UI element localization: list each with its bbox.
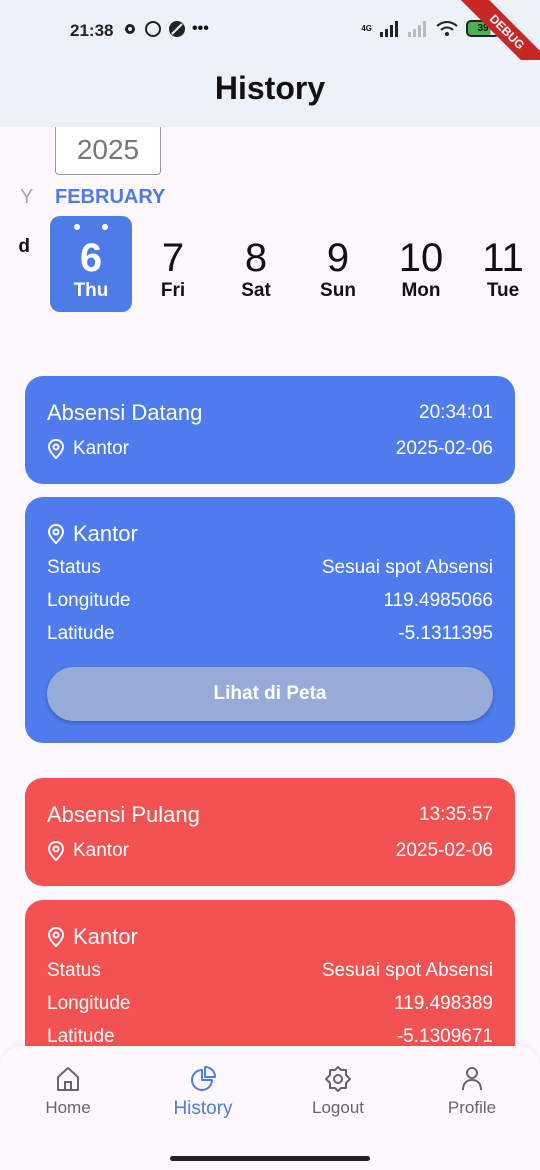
record-time: 13:35:57 (419, 804, 493, 825)
date-weekday: Tue (486, 280, 520, 301)
record-title: Absensi Datang (47, 400, 203, 425)
location-pin-icon (47, 439, 65, 459)
nav-label: History (173, 1098, 233, 1119)
nav-logout[interactable]: Logout (288, 1064, 388, 1118)
wifi-icon (436, 20, 458, 36)
checkout-summary-card[interactable]: Absensi Pulang 13:35:57 Kantor 2025-02-0… (25, 778, 515, 886)
nav-label: Profile (447, 1098, 497, 1117)
whatsapp-icon (145, 21, 161, 37)
date-item[interactable]: 8 Sat (215, 216, 297, 312)
record-location: Kantor (73, 438, 129, 459)
location-pin-icon (47, 841, 65, 861)
gear-status-icon (125, 24, 135, 34)
latitude-label: Latitude (47, 623, 115, 644)
checkout-detail-card: Kantor Status Sesuai spot Absensi Longit… (25, 900, 515, 1070)
nav-label: Home (45, 1098, 91, 1117)
status-label: Status (47, 960, 101, 981)
more-notifications-icon: ••• (192, 20, 209, 37)
app-bar: History (0, 60, 540, 127)
date-number: 11 (482, 236, 524, 280)
nav-history[interactable]: History (153, 1064, 253, 1120)
date-number: 9 (326, 236, 350, 280)
date-weekday: Sun (320, 280, 356, 301)
longitude-value: 119.4985066 (383, 590, 493, 611)
record-title: Absensi Pulang (47, 802, 200, 827)
signal-icon (380, 20, 398, 37)
gear-icon (325, 1066, 351, 1092)
date-item-selected[interactable]: 6 Thu (50, 216, 132, 312)
location-pin-icon (47, 524, 65, 544)
date-weekday: Mon (401, 280, 441, 301)
date-item[interactable]: 10 Mon (380, 216, 462, 312)
date-weekday: Thu (73, 280, 109, 301)
checkin-detail-card: Kantor Status Sesuai spot Absensi Longit… (25, 497, 515, 743)
status-value: Sesuai spot Absensi (321, 557, 493, 578)
status-bar: 21:38 ••• 4G 39 DEBUG (0, 0, 540, 93)
event-dots (74, 224, 108, 230)
gesture-bar (170, 1156, 370, 1161)
status-label: Status (47, 557, 101, 578)
bottom-navigation: Home History Logout Profile (0, 1046, 540, 1156)
record-location: Kantor (73, 840, 129, 861)
app-notification-icon (169, 21, 185, 37)
date-weekday: Fri (160, 280, 186, 301)
month-label[interactable]: FEBRUARY (55, 186, 165, 209)
prev-month-label[interactable]: Y (20, 186, 33, 209)
date-number (0, 216, 32, 236)
latitude-value: -5.1311395 (398, 623, 493, 644)
detail-location: Kantor (73, 924, 138, 949)
location-pin-icon (47, 927, 65, 947)
signal-2-icon (408, 20, 426, 37)
view-on-map-button[interactable]: Lihat di Peta (47, 667, 493, 721)
user-icon (462, 1067, 482, 1091)
year-selector[interactable]: 2025 (55, 127, 161, 175)
date-number: 8 (244, 236, 268, 280)
checkin-summary-card[interactable]: Absensi Datang 20:34:01 Kantor 2025-02-0… (25, 376, 515, 484)
latitude-value: -5.1309671 (396, 1026, 493, 1047)
longitude-label: Longitude (47, 993, 131, 1014)
nav-label: Logout (312, 1098, 364, 1117)
page-title: History (214, 70, 326, 106)
nav-home[interactable]: Home (18, 1064, 118, 1118)
status-value: Sesuai spot Absensi (321, 960, 493, 981)
date-item[interactable]: 9 Sun (297, 216, 379, 312)
record-time: 20:34:01 (419, 402, 493, 423)
date-item[interactable]: 7 Fri (132, 216, 214, 312)
record-date: 2025-02-06 (395, 438, 493, 459)
date-number: 7 (161, 236, 185, 280)
nav-profile[interactable]: Profile (422, 1064, 522, 1118)
status-time: 21:38 (70, 21, 114, 40)
home-icon (57, 1067, 79, 1091)
longitude-label: Longitude (47, 590, 131, 611)
date-item[interactable]: d (0, 216, 32, 312)
date-weekday: d (18, 236, 30, 257)
longitude-value: 119.498389 (394, 993, 493, 1014)
date-item[interactable]: 11 Tue (462, 216, 540, 312)
latitude-label: Latitude (47, 1026, 115, 1047)
date-weekday: Sat (241, 280, 271, 301)
pie-chart-icon (191, 1066, 216, 1091)
network-type: 4G (361, 24, 372, 33)
detail-location: Kantor (73, 521, 138, 546)
date-strip[interactable]: d 6 Thu 7 Fri 8 Sat 9 Sun 10 Mon 11 Tue (0, 216, 540, 314)
date-number: 10 (398, 236, 444, 280)
record-date: 2025-02-06 (395, 840, 493, 861)
